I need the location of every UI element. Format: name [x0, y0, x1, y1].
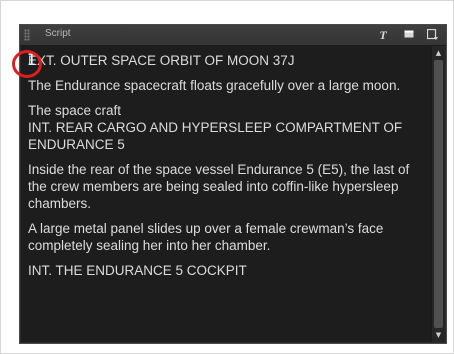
panel-view-icon[interactable] [401, 27, 417, 43]
script-text[interactable]: I EXT. OUTER SPACE ORBIT OF MOON 37J The… [27, 51, 428, 287]
cursor-highlight-circle [12, 50, 42, 78]
drag-grip-icon[interactable] [24, 29, 30, 41]
panel-menu-icon[interactable] [425, 27, 441, 43]
text-format-icon[interactable]: T [375, 27, 391, 43]
scroll-down-arrow-icon[interactable]: ▼ [433, 329, 444, 341]
scroll-up-arrow-icon[interactable]: ▲ [433, 47, 444, 59]
script-text-area[interactable]: I EXT. OUTER SPACE ORBIT OF MOON 37J The… [21, 46, 431, 342]
script-line[interactable]: I EXT. OUTER SPACE ORBIT OF MOON 37J [27, 51, 428, 69]
script-panel: Script T I EXT. OUTER SPACE ORBIT OF MOO… [19, 24, 447, 344]
script-line[interactable]: The space craft INT. REAR CARGO AND HYPE… [28, 102, 428, 153]
script-line[interactable]: The Endurance spacecraft floats graceful… [28, 77, 428, 94]
scrollbar-thumb[interactable] [434, 60, 443, 328]
panel-title: Script [45, 28, 71, 39]
vertical-scrollbar[interactable]: ▲ ▼ [431, 46, 445, 342]
script-line[interactable]: Inside the rear of the space vessel Endu… [28, 161, 428, 212]
script-line[interactable]: INT. THE ENDURANCE 5 COCKPIT [28, 262, 428, 279]
script-line-text[interactable]: EXT. OUTER SPACE ORBIT OF MOON 37J [28, 53, 295, 68]
panel-titlebar[interactable]: Script T [20, 25, 446, 46]
script-line[interactable]: A large metal panel slides up over a fem… [28, 220, 428, 254]
